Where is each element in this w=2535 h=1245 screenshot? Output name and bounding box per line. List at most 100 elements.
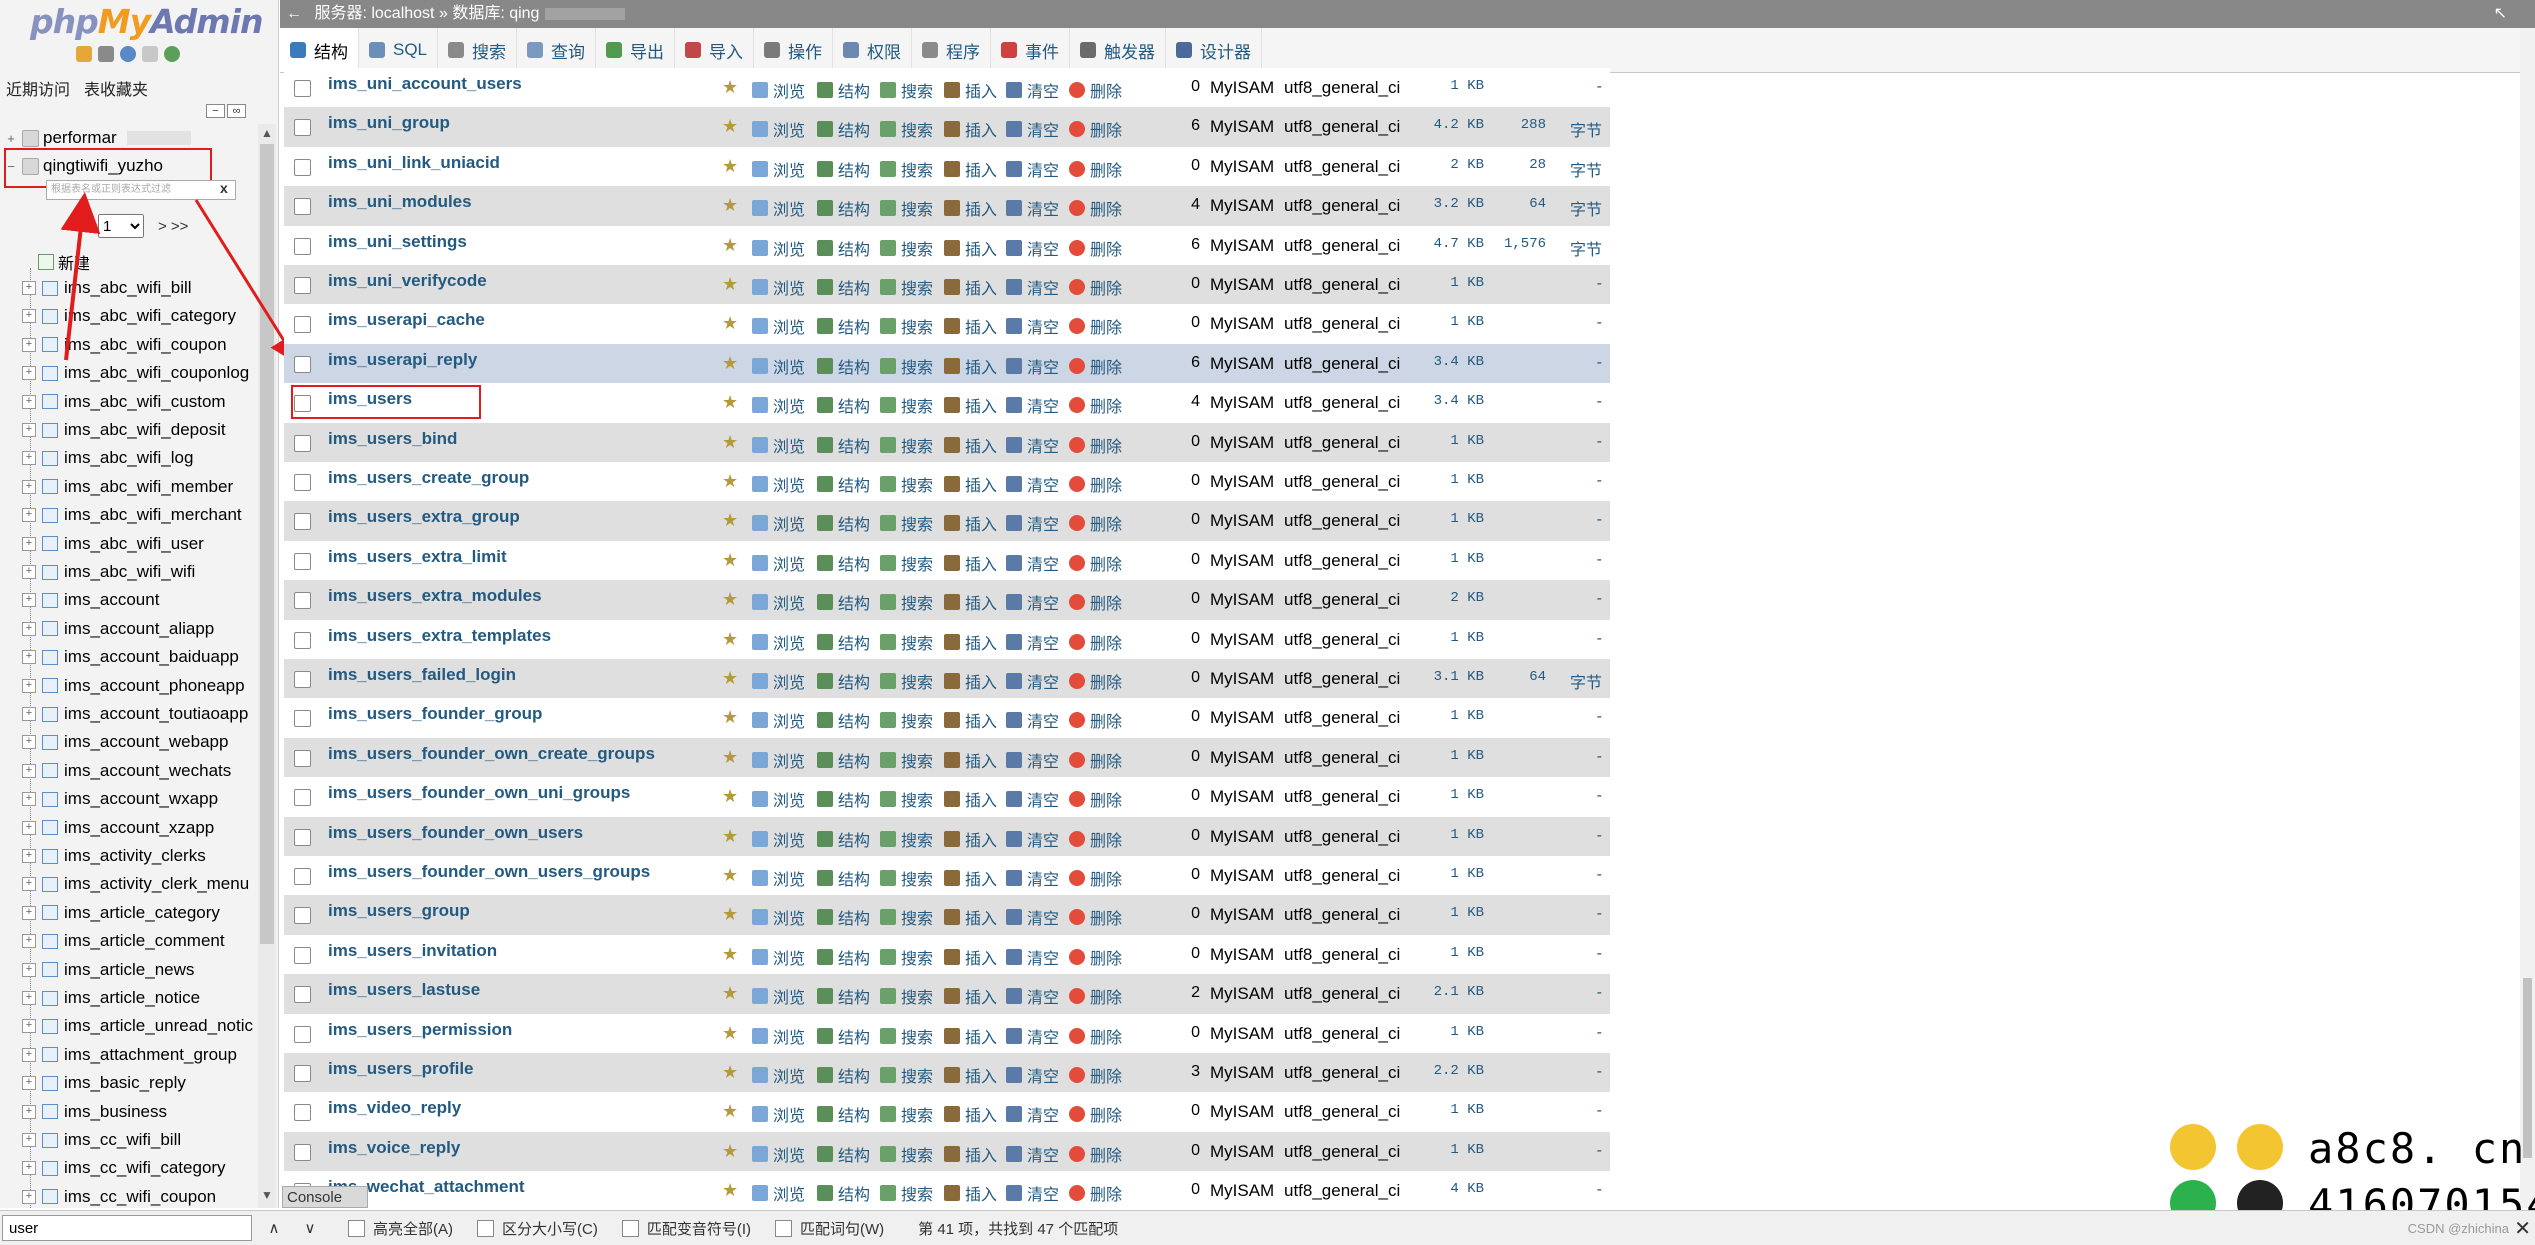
search-action[interactable]: 搜索 <box>880 1102 933 1126</box>
structure-action[interactable]: 结构 <box>817 393 870 417</box>
table-size[interactable]: 1 KB <box>1414 551 1484 567</box>
insert-action[interactable]: 插入 <box>944 945 997 969</box>
drop-action[interactable]: 删除 <box>1069 827 1122 851</box>
table-row[interactable]: ims_users_failed_login ★ 浏览 结构 搜索 插入 清空 删除 0 MyIS… <box>284 659 1610 699</box>
empty-action[interactable]: 清空 <box>1006 551 1059 575</box>
table-icon[interactable] <box>42 621 58 637</box>
structure-action[interactable]: 结构 <box>817 157 870 181</box>
nav-table-name[interactable]: ims_business <box>64 1102 167 1122</box>
search-action[interactable]: 搜索 <box>880 78 933 102</box>
browse-action[interactable]: 浏览 <box>752 196 805 220</box>
structure-action[interactable]: 结构 <box>817 669 870 693</box>
table-size[interactable]: 3.2 KB <box>1414 196 1484 212</box>
browse-action[interactable]: 浏览 <box>752 236 805 260</box>
drop-action[interactable]: 删除 <box>1069 669 1122 693</box>
table-icon[interactable] <box>42 1189 58 1205</box>
nav-table-name[interactable]: ims_account_wxapp <box>64 789 218 809</box>
favorite-star-icon[interactable]: ★ <box>722 984 740 1002</box>
structure-action[interactable]: 结构 <box>817 196 870 220</box>
whole-words-option[interactable]: 匹配词句(W) <box>775 1218 884 1239</box>
table-row[interactable]: ims_users_profile ★ 浏览 结构 搜索 插入 清空 删除 3 MyISAM utf… <box>284 1053 1610 1093</box>
expand-icon[interactable]: + <box>22 1076 36 1091</box>
empty-action[interactable]: 清空 <box>1006 117 1059 141</box>
tab-privileges[interactable]: 权限 <box>833 28 913 72</box>
empty-action[interactable]: 清空 <box>1006 748 1059 772</box>
drop-action[interactable]: 删除 <box>1069 551 1122 575</box>
favorite-star-icon[interactable]: ★ <box>722 708 740 726</box>
insert-action[interactable]: 插入 <box>944 157 997 181</box>
expand-icon[interactable]: + <box>22 962 36 977</box>
table-row[interactable]: ims_wechat_attachment ★ 浏览 结构 搜索 插入 清空 删除 0 MyISA… <box>284 1171 1610 1212</box>
structure-action[interactable]: 结构 <box>817 590 870 614</box>
nav-table-item[interactable]: + ims_abc_wifi_member <box>22 473 233 501</box>
drop-action[interactable]: 删除 <box>1069 1024 1122 1048</box>
search-action[interactable]: 搜索 <box>880 630 933 654</box>
expand-icon[interactable]: + <box>22 593 36 608</box>
nav-table-name[interactable]: ims_activity_clerk_menu <box>64 874 249 894</box>
search-action[interactable]: 搜索 <box>880 1181 933 1205</box>
table-name-link[interactable]: ims_users_founder_group <box>328 704 542 724</box>
search-action[interactable]: 搜索 <box>880 590 933 614</box>
expand-icon[interactable]: + <box>22 1047 36 1062</box>
expand-icon[interactable]: + <box>22 792 36 807</box>
search-action[interactable]: 搜索 <box>880 354 933 378</box>
table-size[interactable]: 1 KB <box>1414 945 1484 961</box>
browse-action[interactable]: 浏览 <box>752 827 805 851</box>
nav-table-item[interactable]: + ims_account_xzapp <box>22 814 214 842</box>
browse-action[interactable]: 浏览 <box>752 905 805 929</box>
structure-action[interactable]: 结构 <box>817 78 870 102</box>
match-diacritics-option[interactable]: 匹配变音符号(I) <box>621 1218 751 1239</box>
row-checkbox[interactable] <box>294 474 311 491</box>
row-checkbox[interactable] <box>294 513 311 531</box>
browse-action[interactable]: 浏览 <box>752 1102 805 1126</box>
table-icon[interactable] <box>42 990 58 1006</box>
checkbox[interactable] <box>775 1219 792 1237</box>
empty-action[interactable]: 清空 <box>1006 1181 1059 1205</box>
nav-table-item[interactable]: + ims_abc_wifi_user <box>22 530 204 558</box>
search-action[interactable]: 搜索 <box>880 1142 933 1166</box>
row-checkbox[interactable] <box>294 828 311 846</box>
table-size[interactable]: 1 KB <box>1414 472 1484 488</box>
table-row[interactable]: ims_users_founder_own_users_groups ★ 浏览 结构 搜… <box>284 856 1610 896</box>
table-name-link[interactable]: ims_users_group <box>328 901 470 921</box>
structure-action[interactable]: 结构 <box>817 630 870 654</box>
empty-action[interactable]: 清空 <box>1006 866 1059 890</box>
insert-action[interactable]: 插入 <box>944 1142 997 1166</box>
drop-action[interactable]: 删除 <box>1069 1181 1122 1205</box>
structure-action[interactable]: 结构 <box>817 945 870 969</box>
drop-action[interactable]: 删除 <box>1069 708 1122 732</box>
nav-table-name[interactable]: ims_article_category <box>64 903 220 923</box>
nav-scroll-down-icon[interactable]: ▼ <box>258 1188 276 1206</box>
browse-action[interactable]: 浏览 <box>752 1142 805 1166</box>
search-action[interactable]: 搜索 <box>880 236 933 260</box>
drop-action[interactable]: 删除 <box>1069 787 1122 811</box>
table-row[interactable]: ims_users ★ 浏览 结构 搜索 插入 清空 删除 4 MyISAM utf8_genera… <box>284 383 1610 424</box>
insert-action[interactable]: 插入 <box>944 117 997 141</box>
insert-action[interactable]: 插入 <box>944 354 997 378</box>
find-input[interactable] <box>2 1215 252 1241</box>
row-checkbox[interactable] <box>294 1065 311 1082</box>
nav-table-name[interactable]: ims_article_unread_notic <box>64 1016 253 1036</box>
insert-action[interactable]: 插入 <box>944 866 997 890</box>
table-name-link[interactable]: ims_users_permission <box>328 1020 512 1040</box>
favorite-star-icon[interactable]: ★ <box>722 748 740 766</box>
search-action[interactable]: 搜索 <box>880 1024 933 1048</box>
table-name-link[interactable]: ims_uni_account_users <box>328 74 522 94</box>
structure-action[interactable]: 结构 <box>817 551 870 575</box>
table-row[interactable]: ims_users_founder_own_users ★ 浏览 结构 搜索 插入 清空 删除… <box>284 816 1610 857</box>
structure-action[interactable]: 结构 <box>817 1102 870 1126</box>
browse-action[interactable]: 浏览 <box>752 866 805 890</box>
favorite-star-icon[interactable]: ★ <box>722 157 740 175</box>
expand-icon[interactable]: + <box>22 650 36 665</box>
table-row[interactable]: ims_userapi_reply ★ 浏览 结构 搜索 插入 清空 删除 6 MyISAM utf… <box>284 343 1610 384</box>
insert-action[interactable]: 插入 <box>944 905 997 929</box>
insert-action[interactable]: 插入 <box>944 1024 997 1048</box>
insert-action[interactable]: 插入 <box>944 669 997 693</box>
browse-action[interactable]: 浏览 <box>752 354 805 378</box>
breadcrumb-database[interactable]: 数据库: qing <box>452 5 539 22</box>
favorite-star-icon[interactable]: ★ <box>722 275 740 293</box>
empty-action[interactable]: 清空 <box>1006 196 1059 220</box>
empty-action[interactable]: 清空 <box>1006 275 1059 299</box>
expand-icon[interactable]: + <box>22 934 36 949</box>
table-icon[interactable] <box>42 1018 58 1034</box>
